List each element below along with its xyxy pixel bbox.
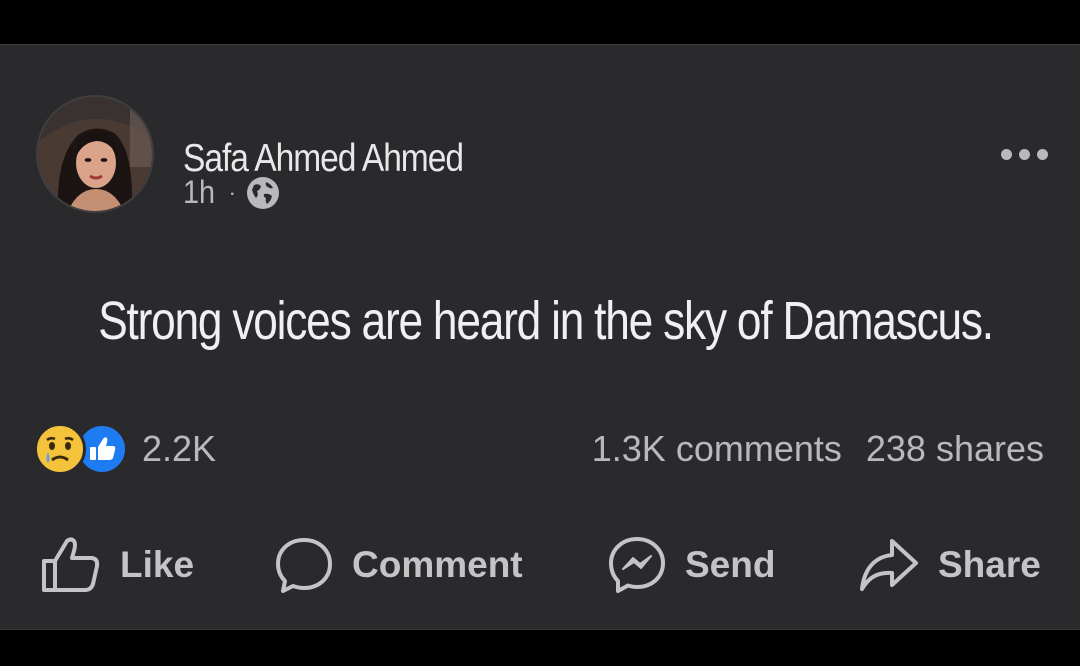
comment-icon bbox=[276, 538, 332, 593]
reaction-count: 2.2K bbox=[142, 428, 217, 469]
share-button[interactable]: Share bbox=[858, 535, 1041, 595]
avatar-photo bbox=[38, 97, 152, 211]
share-arrow-icon bbox=[860, 539, 918, 591]
comments-count[interactable]: 1.3K comments bbox=[592, 428, 842, 470]
post-text: Strong voices are heard in the sky of Da… bbox=[98, 291, 994, 351]
post-text-container: Strong voices are heard in the sky of Da… bbox=[0, 290, 1080, 352]
globe-icon bbox=[246, 176, 280, 210]
more-options-button[interactable] bbox=[1001, 149, 1048, 160]
like-label: Like bbox=[120, 544, 195, 585]
sad-reaction-icon bbox=[34, 423, 86, 475]
comment-label: Comment bbox=[352, 544, 523, 585]
post-stats: 1.3K comments 238 shares bbox=[592, 428, 1044, 470]
send-label: Send bbox=[685, 544, 776, 585]
more-dot bbox=[1019, 149, 1030, 160]
share-label: Share bbox=[938, 544, 1041, 585]
thumbs-up-icon bbox=[42, 537, 100, 592]
send-button[interactable]: Send bbox=[607, 535, 775, 595]
like-button[interactable]: Like bbox=[40, 535, 194, 595]
more-dot bbox=[1037, 149, 1048, 160]
shares-count[interactable]: 238 shares bbox=[866, 428, 1044, 470]
action-bar: Like Comment Send Share bbox=[0, 535, 1080, 595]
screen: Safa Ahmed Ahmed 1h · Strong voices are … bbox=[0, 0, 1080, 666]
meta-separator: · bbox=[228, 179, 236, 205]
messenger-icon bbox=[609, 537, 665, 593]
comment-button[interactable]: Comment bbox=[274, 535, 523, 595]
post-time[interactable]: 1h bbox=[183, 174, 215, 211]
avatar[interactable] bbox=[36, 95, 154, 213]
more-dot bbox=[1001, 149, 1012, 160]
post-card: Safa Ahmed Ahmed 1h · Strong voices are … bbox=[0, 44, 1080, 630]
reactions-summary[interactable]: 2.2K bbox=[34, 423, 216, 475]
post-meta: 1h · bbox=[183, 174, 280, 211]
